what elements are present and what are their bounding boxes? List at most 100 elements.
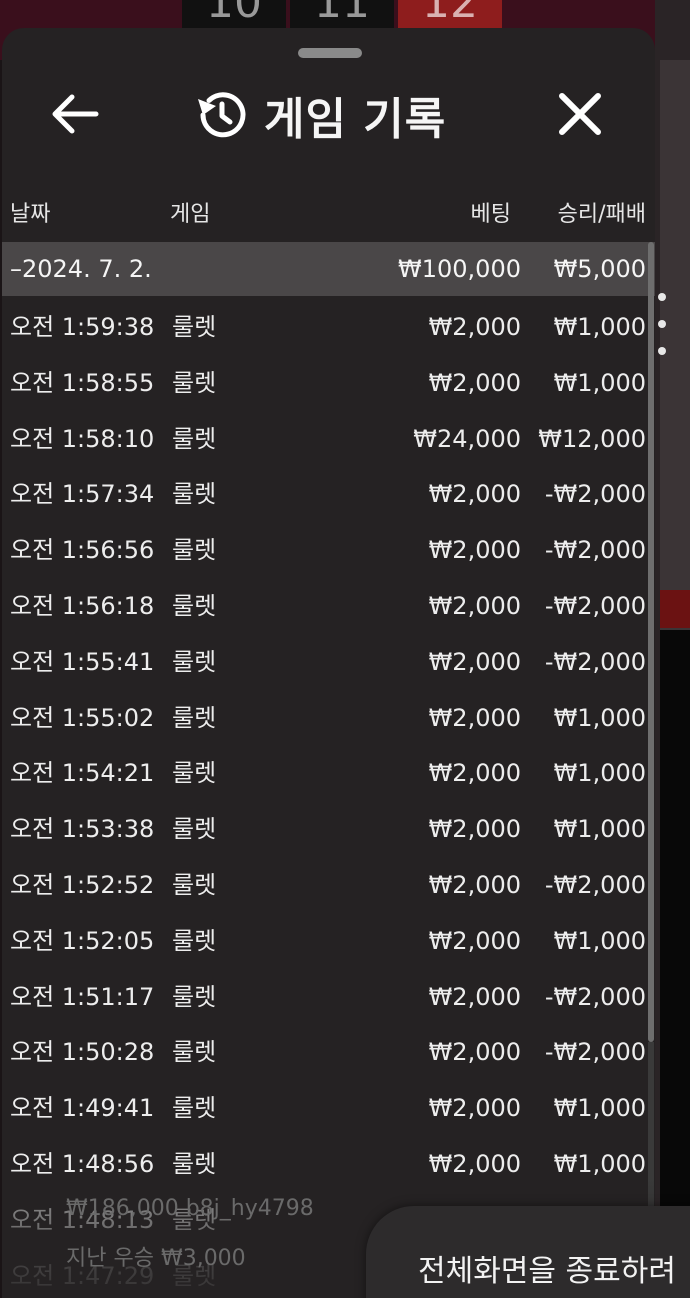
row-game: 룰렛: [172, 424, 217, 453]
row-bet: ₩2,000: [428, 815, 521, 844]
row-bet: ₩2,000: [428, 313, 521, 341]
fullscreen-exit-toast[interactable]: 전체화면을 종료하려: [366, 1206, 690, 1298]
row-bet: ₩2,000: [428, 1149, 521, 1178]
row-time: 오전 1:58:55: [10, 368, 155, 397]
column-header-bet: 베팅: [470, 202, 511, 227]
row-game: 룰렛: [172, 1038, 217, 1067]
history-row[interactable]: 오전 1:55:41 룰렛 ₩2,000 -₩2,000: [2, 635, 655, 691]
row-time: 오전 1:48:56: [10, 1149, 155, 1178]
row-bet: ₩2,000: [428, 1038, 521, 1067]
background-banner: [660, 590, 690, 628]
row-time: 오전 1:56:56: [10, 536, 155, 565]
row-result: ₩1,000: [553, 368, 646, 397]
history-row[interactable]: 오전 1:58:55 룰렛 ₩2,000 ₩1,000: [2, 356, 655, 412]
history-row[interactable]: 오전 1:56:56 룰렛 ₩2,000 -₩2,000: [2, 523, 655, 579]
close-button[interactable]: [552, 86, 608, 142]
history-row[interactable]: 오전 1:59:38 룰렛 ₩2,000 ₩1,000: [2, 300, 655, 356]
arrow-left-icon: [52, 94, 99, 134]
history-row[interactable]: 오전 1:56:18 룰렛 ₩2,000 -₩2,000: [2, 579, 655, 635]
group-result-total: ₩5,000: [553, 255, 646, 283]
history-row[interactable]: 오전 1:57:34 룰렛 ₩2,000 -₩2,000: [2, 467, 655, 523]
row-time: 오전 1:52:52: [10, 870, 155, 899]
row-game: 룰렛: [172, 815, 217, 844]
history-row[interactable]: 오전 1:52:52 룰렛 ₩2,000 -₩2,000: [2, 858, 655, 914]
row-result: -₩2,000: [544, 591, 646, 620]
row-bet: ₩2,000: [428, 759, 521, 788]
row-time: 오전 1:49:41: [10, 1094, 155, 1123]
row-game: 룰렛: [172, 703, 217, 732]
row-game: 룰렛: [172, 759, 217, 788]
history-row[interactable]: 오전 1:58:10 룰렛 ₩24,000 ₩12,000: [2, 412, 655, 468]
row-game: 룰렛: [172, 313, 217, 341]
close-icon: [559, 93, 601, 135]
panel-header: 게임 기록: [2, 76, 655, 154]
roulette-number: 11: [290, 0, 394, 30]
row-bet: ₩2,000: [428, 982, 521, 1011]
toast-text: 전체화면을 종료하려: [418, 1254, 676, 1289]
row-game: 룰렛: [172, 982, 217, 1011]
more-options-icon[interactable]: [658, 293, 668, 374]
row-time: 오전 1:50:28: [10, 1038, 155, 1067]
row-result: -₩2,000: [544, 536, 646, 565]
row-game: 룰렛: [172, 1149, 217, 1178]
row-result: ₩1,000: [553, 703, 646, 732]
row-result: ₩1,000: [553, 926, 646, 955]
row-result: ₩1,000: [553, 815, 646, 844]
history-list: 오전 1:59:38 룰렛 ₩2,000 ₩1,000 오전 1:58:55 룰렛 ₩2,0…: [2, 300, 655, 1298]
row-result: -₩2,000: [544, 480, 646, 509]
row-game: 룰렛: [172, 870, 217, 899]
row-bet: ₩2,000: [428, 536, 521, 565]
row-result: -₩2,000: [544, 1038, 646, 1067]
history-row[interactable]: 오전 1:50:28 룰렛 ₩2,000 -₩2,000: [2, 1025, 655, 1081]
row-time: 오전 1:54:21: [10, 759, 155, 788]
row-game: 룰렛: [172, 368, 217, 397]
row-game: 룰렛: [172, 647, 217, 676]
screen: 10 11 12 게임 기록 날짜 게임 베팅 승리/패배 –2024. 7. …: [0, 0, 690, 1298]
group-date: –2024. 7. 2.: [10, 255, 152, 283]
drag-handle[interactable]: [298, 48, 362, 58]
history-row[interactable]: 오전 1:55:02 룰렛 ₩2,000 ₩1,000: [2, 691, 655, 747]
roulette-number: 12: [398, 0, 502, 30]
row-bet: ₩2,000: [428, 703, 521, 732]
background-text: 지난 우승 ₩3,000: [66, 1246, 246, 1271]
row-bet: ₩2,000: [428, 926, 521, 955]
row-bet: ₩2,000: [428, 1094, 521, 1123]
history-row[interactable]: 오전 1:54:21 룰렛 ₩2,000 ₩1,000: [2, 746, 655, 802]
row-time: 오전 1:51:17: [10, 982, 155, 1011]
row-result: ₩1,000: [553, 1094, 646, 1123]
row-bet: ₩2,000: [428, 591, 521, 620]
row-game: 룰렛: [172, 591, 217, 620]
row-bet: ₩24,000: [413, 424, 521, 453]
row-game: 룰렛: [172, 480, 217, 509]
column-header-result: 승리/패배: [557, 202, 646, 227]
row-result: ₩1,000: [553, 1149, 646, 1178]
row-result: ₩1,000: [553, 759, 646, 788]
history-icon: [198, 92, 246, 138]
row-time: 오전 1:56:18: [10, 591, 155, 620]
row-game: 룰렛: [172, 926, 217, 955]
scrollbar[interactable]: [648, 242, 654, 1042]
column-header-game: 게임: [170, 202, 211, 227]
row-bet: ₩2,000: [428, 480, 521, 509]
roulette-number: 10: [182, 0, 286, 30]
row-bet: ₩2,000: [428, 368, 521, 397]
row-time: 오전 1:53:38: [10, 815, 155, 844]
page-title: 게임 기록: [264, 94, 447, 145]
column-header-date: 날짜: [10, 202, 51, 227]
back-button[interactable]: [46, 86, 106, 142]
date-group-row[interactable]: –2024. 7. 2. ₩100,000 ₩5,000: [2, 242, 655, 296]
row-game: 룰렛: [172, 1094, 217, 1123]
history-row[interactable]: 오전 1:53:38 룰렛 ₩2,000 ₩1,000: [2, 802, 655, 858]
row-time: 오전 1:55:02: [10, 703, 155, 732]
row-time: 오전 1:52:05: [10, 926, 155, 955]
row-time: 오전 1:57:34: [10, 480, 155, 509]
row-time: 오전 1:55:41: [10, 647, 155, 676]
history-row[interactable]: 오전 1:51:17 룰렛 ₩2,000 -₩2,000: [2, 970, 655, 1026]
row-time: 오전 1:58:10: [10, 424, 155, 453]
row-bet: ₩2,000: [428, 647, 521, 676]
history-row[interactable]: 오전 1:49:41 룰렛 ₩2,000 ₩1,000: [2, 1081, 655, 1137]
history-row[interactable]: 오전 1:48:56 룰렛 ₩2,000 ₩1,000: [2, 1137, 655, 1193]
history-row[interactable]: 오전 1:52:05 룰렛 ₩2,000 ₩1,000: [2, 914, 655, 970]
row-bet: ₩2,000: [428, 870, 521, 899]
row-result: -₩2,000: [544, 647, 646, 676]
